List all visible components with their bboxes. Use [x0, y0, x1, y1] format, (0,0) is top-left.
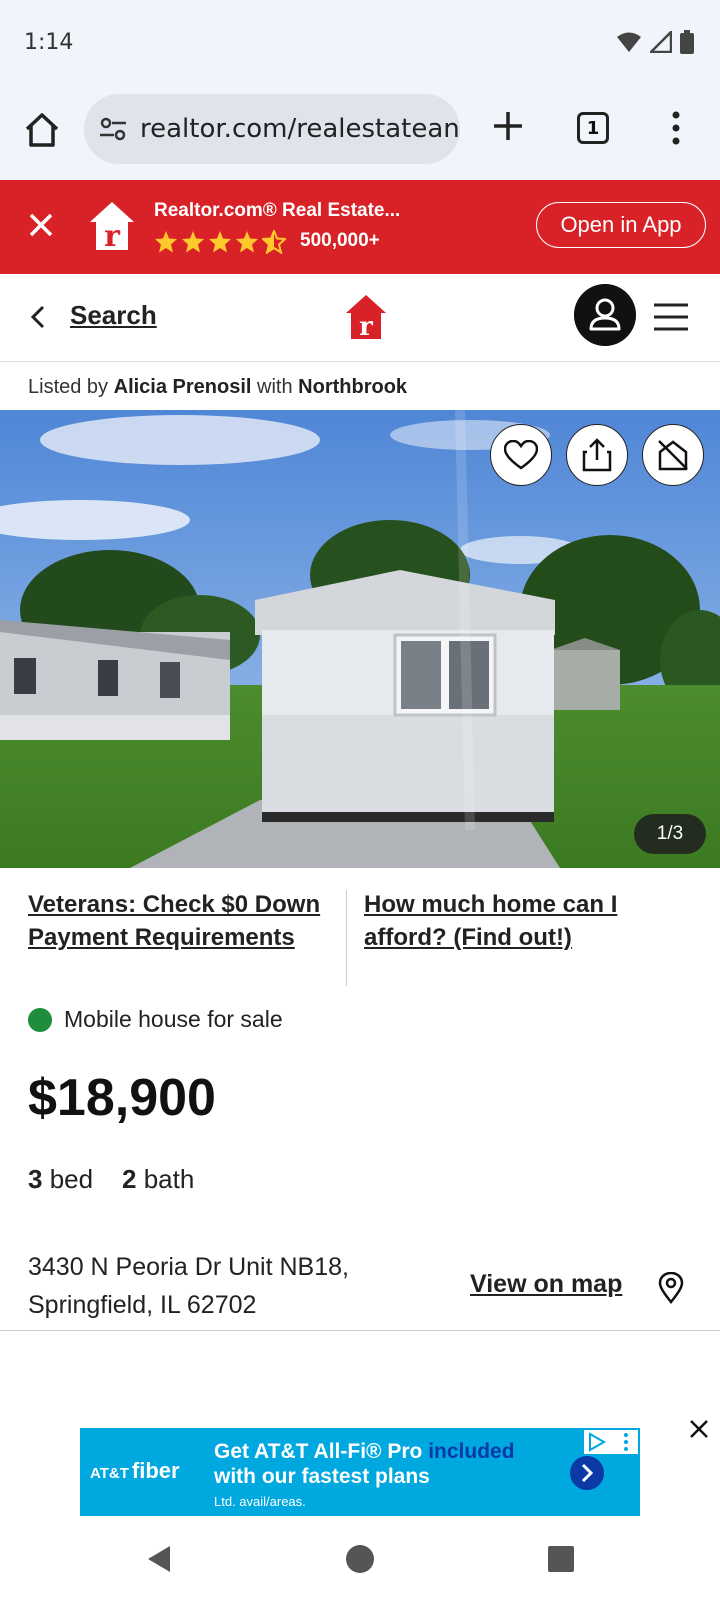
listed-by-prefix: Listed by [28, 376, 109, 398]
hamburger-menu-icon[interactable] [652, 300, 690, 334]
ad-headline-text: Get AT&T All-Fi® Pro [214, 1440, 423, 1463]
status-icons [616, 30, 694, 54]
plus-icon[interactable] [488, 106, 528, 146]
chevron-right-icon[interactable] [570, 1456, 604, 1490]
site-header: Search r [0, 274, 720, 362]
listing-status: Mobile house for sale [28, 1006, 283, 1033]
ad-brand-name: AT&T [90, 1465, 129, 1482]
beds-baths: 3 bed 2 bath [28, 1164, 194, 1195]
share-icon [582, 438, 612, 472]
hide-listing-button[interactable] [642, 424, 704, 486]
listing-photo[interactable]: 1/3 [0, 410, 720, 868]
status-dot [28, 1007, 52, 1032]
address-bar[interactable]: realtor.com/realestatean [84, 94, 460, 164]
recents-square-icon[interactable] [544, 1542, 578, 1576]
back-triangle-icon[interactable] [142, 1542, 176, 1576]
url-text[interactable]: realtor.com/realestatean [140, 114, 460, 144]
svg-text:r: r [359, 312, 373, 340]
status-text: Mobile house for sale [64, 1006, 283, 1032]
ad-headline: Get AT&T All-Fi® Pro included [214, 1440, 515, 1464]
close-ad-icon[interactable] [688, 1418, 710, 1440]
rating-count: 500,000+ [300, 230, 380, 251]
ad-brand-logo: AT&T fiber [90, 1458, 180, 1484]
share-button[interactable] [566, 424, 628, 486]
more-options-icon[interactable] [664, 108, 688, 148]
ad-choices-icon[interactable] [584, 1430, 638, 1454]
photo-counter: 1/3 [634, 814, 706, 854]
address-line-2: Springfield, IL 62702 [28, 1291, 257, 1319]
map-pin-icon[interactable] [658, 1272, 684, 1304]
listed-with-word: with [257, 376, 293, 398]
agent-name: Alicia Prenosil [113, 376, 252, 398]
star-icon [182, 231, 204, 253]
open-in-app-button[interactable]: Open in App [536, 202, 706, 248]
home-circle-icon[interactable] [343, 1542, 377, 1576]
ad-brand-product: fiber [131, 1458, 180, 1483]
wifi-icon [617, 32, 641, 52]
affordability-promo-link[interactable]: How much home can I afford? (Find out!) [364, 888, 664, 954]
favorite-button[interactable] [490, 424, 552, 486]
star-icon [236, 231, 258, 253]
status-bar: 1:14 [0, 0, 720, 90]
svg-text:r: r [104, 219, 121, 252]
veterans-promo-link[interactable]: Veterans: Check $0 Down Payment Requirem… [28, 888, 328, 954]
banner-app-title: Realtor.com® Real Estate... [154, 200, 401, 221]
listing-price: $18,900 [28, 1069, 216, 1127]
section-divider [0, 1330, 720, 1331]
heart-icon [504, 440, 538, 470]
brokerage-name: Northbrook [298, 376, 408, 398]
rating-stars [154, 230, 286, 254]
ad-disclaimer: Ltd. avail/areas. [214, 1494, 306, 1509]
ad-headline-highlight: included [422, 1440, 515, 1463]
signal-icon [650, 31, 672, 53]
address-line-1: 3430 N Peoria Dr Unit NB18, [28, 1253, 349, 1281]
bath-count: 2 [122, 1164, 137, 1194]
home-icon[interactable] [22, 110, 62, 150]
realtor-logo-icon[interactable]: r [345, 294, 387, 340]
back-to-search-link[interactable]: Search [70, 300, 157, 331]
bath-label: bath [143, 1164, 195, 1194]
star-icon [155, 231, 177, 253]
promo-links: Veterans: Check $0 Down Payment Requirem… [0, 868, 720, 993]
star-icon [209, 231, 231, 253]
app-install-banner: r Realtor.com® Real Estate... 500,000+ O… [0, 180, 720, 274]
status-time: 1:14 [24, 30, 74, 55]
advertisement-banner[interactable]: AT&T fiber Get AT&T All-Fi® Pro included … [80, 1428, 640, 1516]
ad-subheadline: with our fastest plans [214, 1465, 430, 1488]
listing-address: 3430 N Peoria Dr Unit NB18, Springfield,… [28, 1248, 349, 1324]
realtor-logo-icon: r [90, 202, 134, 252]
view-on-map-link[interactable]: View on map [470, 1270, 622, 1299]
promo-divider [346, 890, 347, 986]
site-settings-icon[interactable] [98, 114, 128, 144]
close-icon[interactable] [26, 210, 56, 240]
half-star-icon [262, 230, 286, 254]
browser-toolbar: realtor.com/realestatean 1 [0, 90, 720, 180]
account-icon[interactable] [574, 284, 636, 346]
tab-switcher-button[interactable]: 1 [577, 112, 609, 144]
listing-attribution: Listed by Alicia Prenosil with Northbroo… [0, 362, 720, 410]
bed-label: bed [49, 1164, 94, 1194]
battery-icon [680, 30, 694, 54]
chevron-left-icon[interactable] [26, 302, 52, 332]
system-navigation-bar [0, 1520, 720, 1600]
bed-count: 3 [28, 1164, 43, 1194]
hide-home-icon [658, 440, 688, 471]
